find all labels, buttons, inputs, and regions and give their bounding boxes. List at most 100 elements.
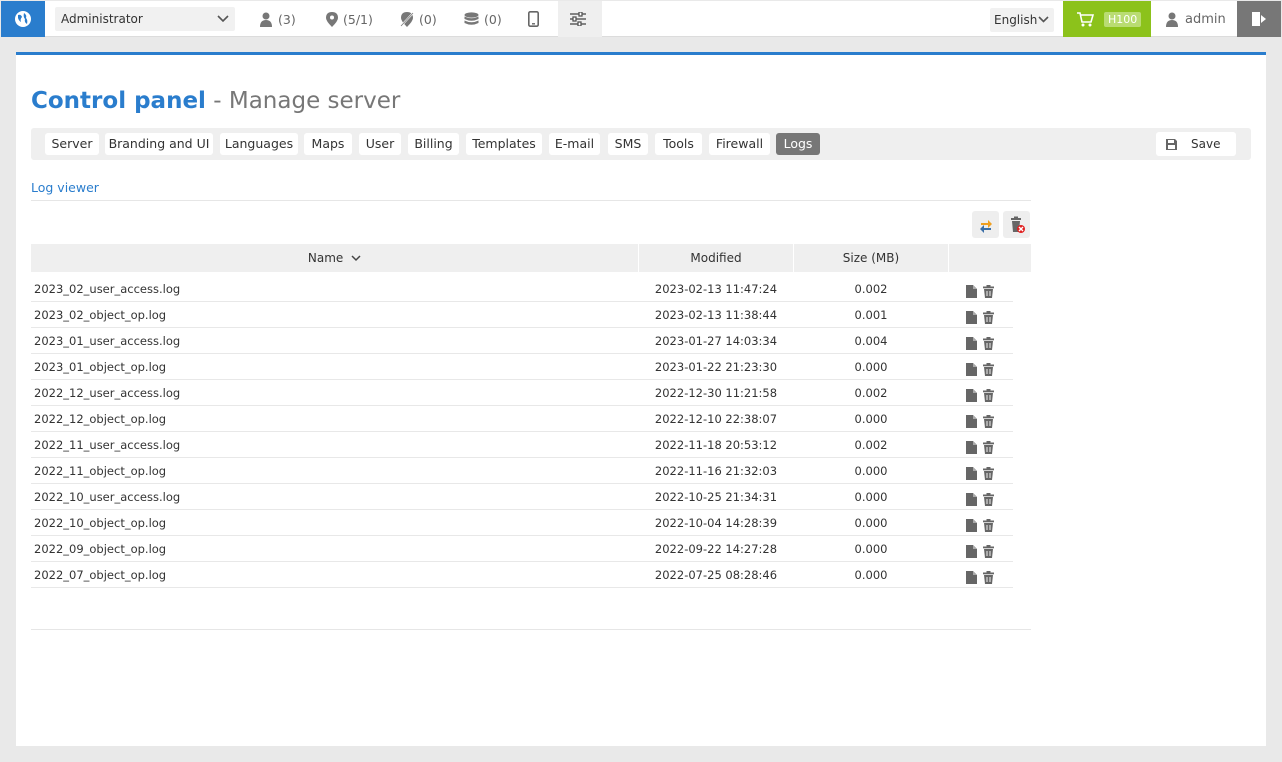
coins-count: (0) — [484, 11, 502, 27]
tab-maps[interactable]: Maps — [304, 133, 352, 155]
coins-count-button[interactable]: (0) — [464, 1, 502, 37]
role-select-value: Administrator — [61, 12, 143, 26]
column-name-header[interactable]: Name — [31, 244, 639, 272]
places-count-button[interactable]: (5/1) — [326, 1, 373, 37]
places-count: (5/1) — [343, 11, 373, 27]
language-select-value: English — [994, 13, 1038, 27]
divider — [31, 629, 1031, 630]
tab-user[interactable]: User — [359, 133, 401, 155]
cart-button[interactable]: H100 — [1063, 1, 1151, 37]
tab-languages[interactable]: Languages — [220, 133, 298, 155]
log-modified: 2022-07-25 08:28:46 — [654, 568, 778, 582]
log-modified: 2022-12-10 22:38:07 — [654, 412, 778, 426]
log-modified: 2022-11-16 21:32:03 — [654, 464, 778, 478]
table-row[interactable]: 2022_11_user_access.log 2022-11-18 20:53:… — [31, 432, 1013, 458]
user-icon — [260, 12, 272, 27]
log-file-name: 2022_11_object_op.log — [34, 464, 167, 478]
table-row[interactable]: 2022_10_object_op.log 2022-10-04 14:28:39… — [31, 510, 1013, 536]
settings-button[interactable] — [558, 1, 602, 37]
log-table-body: 2023_02_user_access.log 2023-02-13 11:47:… — [31, 276, 1013, 588]
user-menu[interactable]: admin — [1151, 1, 1237, 37]
log-modified: 2023-02-13 11:38:44 — [654, 308, 778, 322]
log-file-name: 2022_09_object_op.log — [34, 542, 167, 556]
table-row[interactable]: 2023_01_user_access.log 2023-01-27 14:03:… — [31, 328, 1013, 354]
tab-billing[interactable]: Billing — [408, 133, 459, 155]
table-row[interactable]: 2023_02_user_access.log 2023-02-13 11:47:… — [31, 276, 1013, 302]
tab-templates[interactable]: Templates — [466, 133, 542, 155]
column-modified-header[interactable]: Modified — [639, 244, 794, 272]
log-size: 0.000 — [854, 464, 888, 478]
page-title: Control panel - Manage server — [31, 88, 400, 114]
users-count: (3) — [278, 11, 296, 27]
log-file-name: 2022_11_user_access.log — [34, 438, 181, 452]
logout-button[interactable] — [1237, 1, 1281, 37]
top-bar: Administrator (3) (5/1) (0) (0) English … — [1, 1, 1281, 37]
table-row[interactable]: 2022_12_user_access.log 2022-12-30 11:21:… — [31, 380, 1013, 406]
chevron-down-icon — [1038, 16, 1049, 23]
refresh-icon — [979, 219, 992, 233]
log-size: 0.000 — [854, 360, 888, 374]
column-actions-header — [949, 244, 1031, 272]
save-button-label: Save — [1191, 137, 1221, 151]
page-title-main: Control panel — [31, 88, 206, 114]
tab-email[interactable]: E-mail — [549, 133, 600, 155]
table-row[interactable]: 2022_10_user_access.log 2022-10-25 21:34:… — [31, 484, 1013, 510]
log-size: 0.002 — [854, 386, 888, 400]
row-actions — [966, 567, 994, 593]
tab-bar: Server Branding and UI Languages Maps Us… — [31, 128, 1251, 160]
language-select[interactable]: English — [990, 8, 1054, 32]
log-file-name: 2023_01_user_access.log — [34, 334, 181, 348]
log-size: 0.001 — [854, 308, 888, 322]
users-count-button[interactable]: (3) — [259, 1, 296, 37]
pin-off-count: (0) — [419, 11, 437, 27]
page-title-sub: - Manage server — [213, 88, 401, 114]
table-row[interactable]: 2022_09_object_op.log 2022-09-22 14:27:28… — [31, 536, 1013, 562]
chevron-down-icon — [217, 15, 229, 23]
delete-all-button[interactable] — [1003, 211, 1030, 238]
tab-logs[interactable]: Logs — [776, 133, 820, 155]
log-size: 0.004 — [854, 334, 888, 348]
tab-sms[interactable]: SMS — [608, 133, 648, 155]
table-row[interactable]: 2023_01_object_op.log 2023-01-22 21:23:30… — [31, 354, 1013, 380]
view-file-icon[interactable] — [966, 567, 977, 593]
refresh-button[interactable] — [972, 211, 999, 238]
table-row[interactable]: 2022_07_object_op.log 2022-07-25 08:28:46… — [31, 562, 1013, 588]
tab-firewall[interactable]: Firewall — [709, 133, 770, 155]
log-size: 0.000 — [854, 568, 888, 582]
tab-branding-and-ui[interactable]: Branding and UI — [105, 133, 213, 155]
log-modified: 2023-01-27 14:03:34 — [654, 334, 778, 348]
table-row[interactable]: 2023_02_object_op.log 2023-02-13 11:38:44… — [31, 302, 1013, 328]
table-row[interactable]: 2022_12_object_op.log 2022-12-10 22:38:07… — [31, 406, 1013, 432]
pin-off-icon — [400, 11, 414, 27]
column-size-header[interactable]: Size (MB) — [794, 244, 949, 272]
log-size: 0.000 — [854, 412, 888, 426]
logout-icon — [1252, 12, 1266, 26]
pin-off-count-button[interactable]: (0) — [400, 1, 437, 37]
log-modified: 2022-09-22 14:27:28 — [654, 542, 778, 556]
log-modified: 2023-02-13 11:47:24 — [654, 282, 778, 296]
tab-tools[interactable]: Tools — [655, 133, 702, 155]
log-file-name: 2023_02_user_access.log — [34, 282, 181, 296]
globe-icon[interactable] — [1, 1, 45, 37]
map-pin-icon — [326, 11, 338, 27]
log-file-name: 2022_12_user_access.log — [34, 386, 181, 400]
log-viewer-link[interactable]: Log viewer — [31, 180, 99, 195]
log-modified: 2022-11-18 20:53:12 — [654, 438, 778, 452]
divider — [31, 200, 1031, 201]
sliders-icon — [569, 12, 586, 26]
log-size: 0.000 — [854, 490, 888, 504]
log-modified: 2022-10-04 14:28:39 — [654, 516, 778, 530]
table-row[interactable]: 2022_11_object_op.log 2022-11-16 21:32:03… — [31, 458, 1013, 484]
trash-icon[interactable] — [983, 567, 994, 593]
mobile-button[interactable] — [528, 1, 546, 37]
save-button[interactable]: Save — [1156, 132, 1236, 156]
log-file-name: 2022_07_object_op.log — [34, 568, 167, 582]
log-size: 0.000 — [854, 542, 888, 556]
log-size: 0.002 — [854, 438, 888, 452]
log-size: 0.002 — [854, 282, 888, 296]
tab-server[interactable]: Server — [45, 133, 99, 155]
log-modified: 2023-01-22 21:23:30 — [654, 360, 778, 374]
log-file-name: 2022_12_object_op.log — [34, 412, 167, 426]
role-select[interactable]: Administrator — [55, 7, 235, 31]
trash-delete-icon — [1010, 216, 1025, 233]
